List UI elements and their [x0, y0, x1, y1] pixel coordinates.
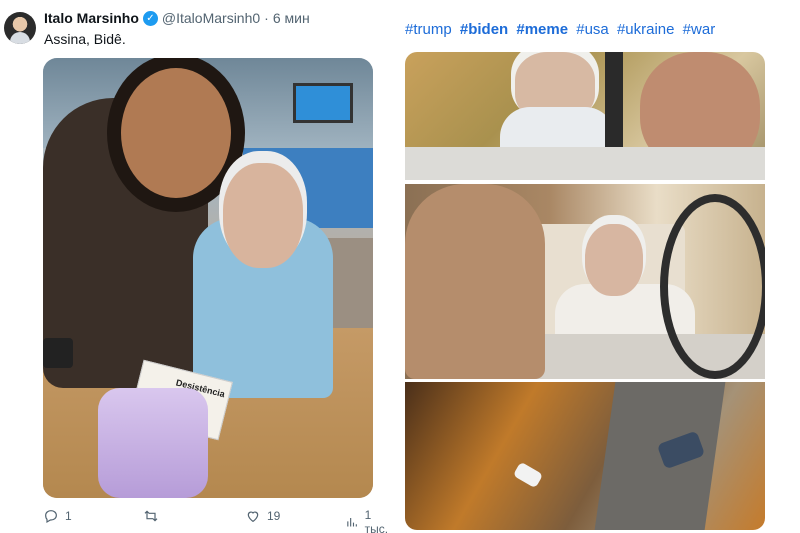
views-count: 1 тыс.	[364, 508, 389, 533]
hashtag-link[interactable]: #usa	[576, 21, 609, 38]
timestamp[interactable]: 6 мин	[273, 10, 310, 26]
meme-panel-3[interactable]	[405, 382, 765, 530]
panel2-steering-wheel	[660, 194, 765, 379]
hashtag-link[interactable]: #biden	[460, 21, 508, 38]
hashtag-link[interactable]: #meme	[516, 21, 568, 38]
meme-post: #trump #biden #meme #usa #ukraine #war	[400, 0, 800, 533]
reply-count: 1	[65, 509, 72, 523]
panel2-driver-head	[405, 184, 545, 379]
meme-panel-1[interactable]	[405, 52, 765, 180]
tweet-image[interactable]: Desistência	[43, 58, 373, 498]
scene-man-face	[223, 163, 303, 268]
meme-panel-2[interactable]	[405, 184, 765, 379]
author-avatar[interactable]	[4, 12, 36, 44]
views-chart-icon	[347, 518, 357, 527]
retweet-button[interactable]	[143, 508, 165, 524]
reply-icon	[45, 510, 57, 524]
scene-phone	[43, 338, 73, 368]
like-button[interactable]: 19	[245, 508, 280, 524]
tweet-card: Italo Marsinho ✓ @ItaloMarsinh0 · 6 мин …	[0, 0, 400, 533]
separator-dot: ·	[264, 10, 269, 26]
retweet-icon	[144, 510, 158, 522]
tweet-header: Italo Marsinho ✓ @ItaloMarsinh0 · 6 мин	[44, 10, 310, 26]
hashtag-link[interactable]: #trump	[405, 21, 452, 38]
tweet-actions: 1 19 1 тыс.	[43, 508, 393, 533]
scene-woman-face	[121, 68, 231, 198]
views-button[interactable]: 1 тыс.	[345, 508, 393, 533]
panel1-dashboard	[405, 147, 765, 180]
heart-icon	[247, 511, 259, 523]
panel2-passenger-face	[585, 224, 643, 296]
panel3-white-car	[512, 461, 544, 489]
scene-window	[293, 83, 353, 123]
hashtag-list: #trump #biden #meme #usa #ukraine #war	[405, 21, 719, 38]
hashtag-link[interactable]: #ukraine	[617, 21, 675, 38]
author-handle[interactable]: @ItaloMarsinh0	[162, 10, 260, 26]
verified-badge-icon: ✓	[142, 10, 158, 26]
author-name[interactable]: Italo Marsinho	[44, 10, 139, 26]
panel1-car-frame	[605, 52, 623, 152]
hashtag-link[interactable]: #war	[683, 21, 716, 38]
reply-button[interactable]: 1	[43, 508, 72, 524]
like-count: 19	[267, 509, 281, 523]
tweet-text: Assina, Bidê.	[44, 31, 126, 47]
scene-water-bottle	[98, 388, 208, 498]
